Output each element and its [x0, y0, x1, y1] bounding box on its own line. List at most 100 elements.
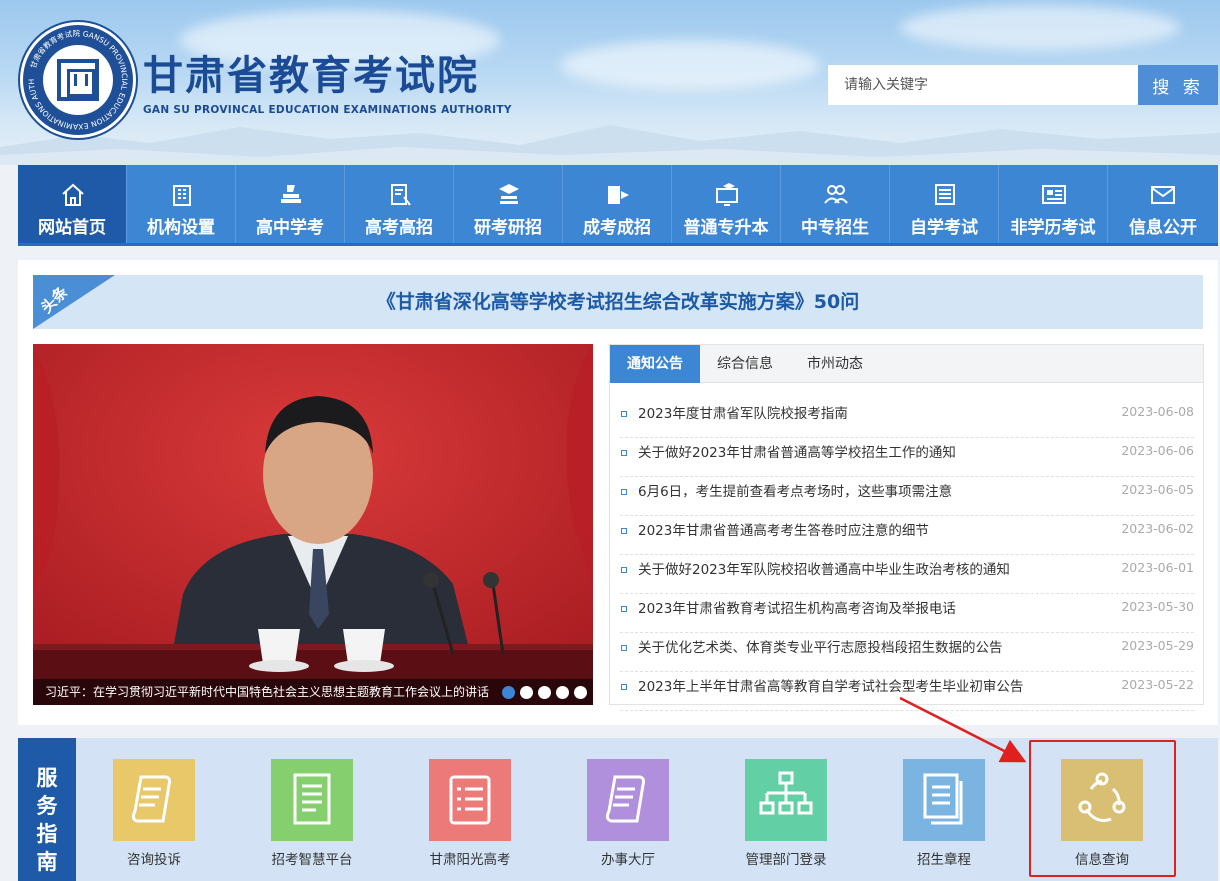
service-tile[interactable] — [113, 759, 195, 841]
nav-item-6[interactable]: 普通专升本 — [672, 165, 781, 243]
bullet-icon — [621, 606, 627, 612]
nav-item-4[interactable]: 研考研招 — [454, 165, 563, 243]
service-item-label[interactable]: 办事大厅 — [558, 848, 698, 868]
service-tile[interactable] — [745, 759, 827, 841]
news-item-date: 2023-05-29 — [1121, 638, 1194, 653]
slideshow-dot[interactable] — [520, 686, 533, 699]
service-item-label[interactable]: 招生章程 — [874, 848, 1014, 868]
service-item-4[interactable]: 管理部门登录 — [716, 759, 856, 868]
service-item-3[interactable]: 办事大厅 — [558, 759, 698, 868]
nav-item-0[interactable]: 网站首页 — [18, 165, 127, 243]
news-item-date: 2023-06-02 — [1121, 521, 1194, 536]
bullet-icon — [621, 684, 627, 690]
people-icon — [824, 185, 848, 204]
news-item-title[interactable]: 关于优化艺术类、体育类专业平行志愿投档段招生数据的公告 — [638, 636, 1003, 656]
bullet-icon — [621, 528, 627, 534]
slideshow-dots — [502, 686, 587, 699]
headline-banner[interactable]: 头条 《甘肃省深化高等学校考试招生综合改革实施方案》50问 — [33, 275, 1203, 329]
news-list: 2023年度甘肃省军队院校报考指南 2023-06-08 关于做好2023年甘肃省普… — [620, 399, 1194, 711]
news-item-date: 2023-06-01 — [1121, 560, 1194, 575]
news-item-date: 2023-06-06 — [1121, 443, 1194, 458]
slideshow-photo — [33, 344, 593, 705]
nav-item-label: 非学历考试 — [1010, 218, 1096, 238]
nav-item-label: 成考成招 — [583, 218, 651, 238]
news-item-title[interactable]: 关于做好2023年甘肃省普通高等学校招生工作的通知 — [638, 441, 956, 461]
news-item[interactable]: 2023年上半年甘肃省高等教育自学考试社会型考生毕业初审公告 2023-05-22 — [620, 672, 1194, 711]
bullet-icon — [621, 489, 627, 495]
nav-item-7[interactable]: 中专招生 — [781, 165, 890, 243]
service-tile[interactable] — [429, 759, 511, 841]
nav-item-1[interactable]: 机构设置 — [127, 165, 236, 243]
nav-item-9[interactable]: 非学历考试 — [999, 165, 1108, 243]
site-header: 甘肃省教育考试院 GANSU PROVINCIAL EDUCATION EXAM… — [0, 0, 1220, 165]
news-item-title[interactable]: 2023年上半年甘肃省高等教育自学考试社会型考生毕业初审公告 — [638, 675, 1023, 695]
nav-item-3[interactable]: 高考高招 — [345, 165, 454, 243]
nav-item-2[interactable]: 高中学考 — [236, 165, 345, 243]
service-item-1[interactable]: 招考智慧平台 — [242, 759, 382, 868]
news-item-title[interactable]: 2023年度甘肃省军队院校报考指南 — [638, 402, 848, 422]
site-logo[interactable]: 甘肃省教育考试院 GANSU PROVINCIAL EDUCATION EXAM… — [20, 22, 136, 138]
id-card-icon — [1042, 185, 1066, 204]
news-item[interactable]: 关于优化艺术类、体育类专业平行志愿投档段招生数据的公告 2023-05-29 — [620, 633, 1194, 672]
slideshow-dot[interactable] — [574, 686, 587, 699]
service-tile[interactable] — [903, 759, 985, 841]
nav-item-label: 研考研招 — [474, 218, 542, 238]
list-panel-icon — [449, 775, 491, 825]
service-item-0[interactable]: 咨询投诉 — [84, 759, 224, 868]
news-item[interactable]: 6月6日，考生提前查看考点考场时，这些事项需注意 2023-06-05 — [620, 477, 1194, 516]
nav-item-label: 高中学考 — [256, 218, 324, 238]
news-item-title[interactable]: 关于做好2023年军队院校招收普通高中毕业生政治考核的通知 — [638, 558, 1010, 578]
news-item-date: 2023-06-05 — [1121, 482, 1194, 497]
service-item-5[interactable]: 招生章程 — [874, 759, 1014, 868]
news-item-date: 2023-06-08 — [1121, 404, 1194, 419]
service-item-label[interactable]: 甘肃阳光高考 — [400, 848, 540, 868]
document-list-icon — [293, 773, 331, 825]
news-item[interactable]: 2023年甘肃省教育考试招生机构高考咨询及举报电话 2023-05-30 — [620, 594, 1194, 633]
note-icon — [131, 775, 171, 823]
service-tile[interactable] — [587, 759, 669, 841]
news-item-title[interactable]: 6月6日，考生提前查看考点考场时，这些事项需注意 — [638, 480, 952, 500]
news-item-date: 2023-05-22 — [1121, 677, 1194, 692]
service-item-label[interactable]: 咨询投诉 — [84, 848, 224, 868]
seal-emblem-icon — [57, 59, 99, 101]
news-panel: 通知公告 综合信息 市州动态 2023年度甘肃省军队院校报考指南 2023-06-… — [609, 344, 1204, 711]
nav-item-5[interactable]: 成考成招 — [563, 165, 672, 243]
headline-title[interactable]: 《甘肃省深化高等学校考试招生综合改革实施方案》50问 — [33, 275, 1203, 329]
graduation-books-icon — [499, 184, 519, 204]
news-item-title[interactable]: 2023年甘肃省普通高考考生答卷时应注意的细节 — [638, 519, 929, 539]
highlight-box — [1029, 740, 1176, 877]
site-title: 甘肃省教育考试院 — [143, 53, 479, 99]
list-icon — [935, 184, 955, 205]
service-item-2[interactable]: 甘肃阳光高考 — [400, 759, 540, 868]
nav-item-10[interactable]: 信息公开 — [1108, 165, 1218, 243]
guide-label-char: 南 — [36, 850, 58, 874]
guide-label-char: 指 — [36, 822, 58, 846]
news-slideshow[interactable]: 习近平：在学习贯彻习近平新时代中国特色社会主义思想主题教育工作会议上的讲话 — [33, 344, 593, 705]
news-item[interactable]: 关于做好2023年军队院校招收普通高中毕业生政治考核的通知 2023-06-01 — [620, 555, 1194, 594]
slideshow-dot[interactable] — [556, 686, 569, 699]
tab-general-info[interactable]: 综合信息 — [700, 345, 790, 383]
nav-item-8[interactable]: 自学考试 — [890, 165, 999, 243]
org-chart-icon — [759, 771, 813, 815]
slideshow-dot[interactable] — [538, 686, 551, 699]
service-item-label[interactable]: 管理部门登录 — [716, 848, 856, 868]
nav-item-label: 普通专升本 — [683, 218, 769, 238]
search-button[interactable]: 搜 索 — [1138, 65, 1218, 105]
service-item-label[interactable]: 招考智慧平台 — [242, 848, 382, 868]
news-item-title[interactable]: 2023年甘肃省教育考试招生机构高考咨询及举报电话 — [638, 597, 956, 617]
header-cloud — [560, 40, 820, 90]
bullet-icon — [621, 450, 627, 456]
tab-city-news[interactable]: 市州动态 — [790, 345, 880, 383]
book-flag-icon — [608, 186, 629, 204]
service-tile[interactable] — [271, 759, 353, 841]
search-input[interactable] — [828, 65, 1138, 105]
news-item[interactable]: 2023年度甘肃省军队院校报考指南 2023-06-08 — [620, 399, 1194, 438]
slideshow-dot[interactable] — [502, 686, 515, 699]
guide-label-char: 务 — [36, 794, 58, 818]
books-icon — [281, 185, 301, 203]
news-item[interactable]: 关于做好2023年甘肃省普通高等学校招生工作的通知 2023-06-06 — [620, 438, 1194, 477]
tab-notices[interactable]: 通知公告 — [610, 345, 700, 383]
nav-item-label: 自学考试 — [910, 218, 978, 238]
news-item[interactable]: 2023年甘肃省普通高考考生答卷时应注意的细节 2023-06-02 — [620, 516, 1194, 555]
home-icon — [62, 183, 84, 206]
